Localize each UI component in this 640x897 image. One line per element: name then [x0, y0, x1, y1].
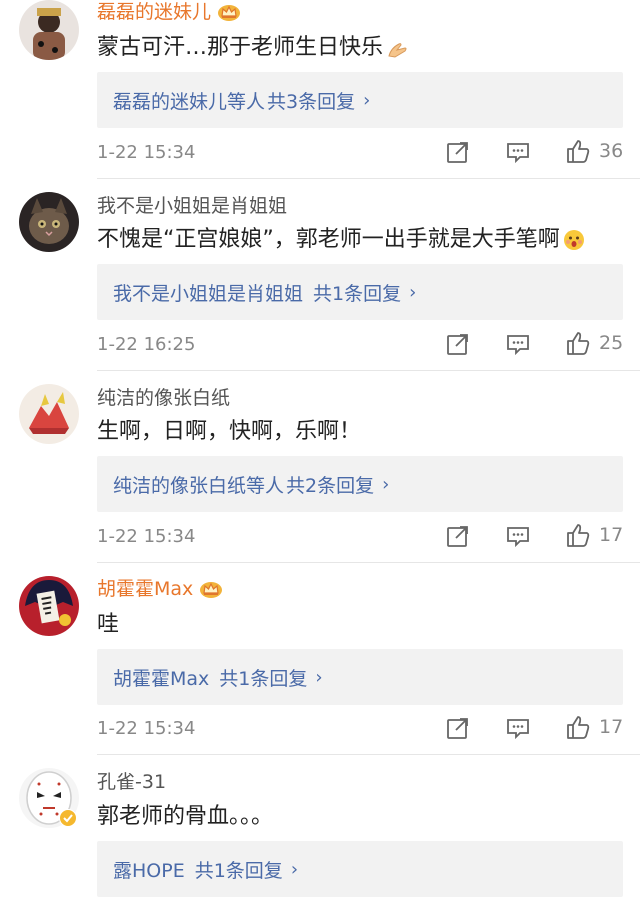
comment-text: 生啊，日啊，快啊，乐啊！: [97, 417, 361, 447]
reply-summary[interactable]: 纯洁的像张白纸 等人 共2条回复 ›: [97, 456, 623, 512]
like-count: 17: [599, 716, 624, 738]
divider: [97, 178, 640, 179]
avatar[interactable]: [19, 0, 79, 60]
reply-summary[interactable]: 我不是小姐姐是肖姐姐 共1条回复 ›: [97, 264, 623, 320]
like-count: 36: [599, 140, 624, 162]
divider: [97, 370, 640, 371]
timestamp: 1-22 15:34: [97, 525, 196, 547]
divider: [97, 562, 640, 563]
chevron-right-icon: ›: [382, 473, 390, 495]
comment-icon[interactable]: [505, 139, 531, 165]
chevron-right-icon: ›: [409, 281, 417, 303]
reply-count[interactable]: 共1条回复: [219, 664, 307, 691]
vip-crown-icon: [217, 2, 241, 22]
comment-text-body: 不愧是“正宫娘娘”，郭老师一出手就是大手笔啊: [97, 227, 560, 252]
comment-text-body: 哇: [97, 612, 120, 637]
divider: [97, 754, 640, 755]
share-icon[interactable]: [445, 715, 471, 741]
share-icon[interactable]: [445, 331, 471, 357]
username[interactable]: 纯洁的像张白纸: [97, 386, 230, 410]
reply-count[interactable]: 共2条回复: [286, 471, 374, 498]
praying-hands-icon: [385, 36, 409, 60]
comment-icon[interactable]: [505, 523, 531, 549]
comment-text-body: 蒙古可汗…那于老师生日快乐: [97, 35, 384, 60]
reply-count[interactable]: 共1条回复: [195, 856, 283, 883]
comment-text: 郭老师的骨血。。。: [97, 802, 273, 832]
timestamp: 1-22 15:34: [97, 717, 196, 739]
like-icon[interactable]: [565, 522, 591, 548]
comment-text: 不愧是“正宫娘娘”，郭老师一出手就是大手笔啊: [97, 225, 586, 255]
share-icon[interactable]: [445, 523, 471, 549]
username-text: 孔雀-31: [97, 771, 167, 793]
reply-author[interactable]: 我不是小姐姐是肖姐姐: [113, 279, 303, 306]
reply-author[interactable]: 纯洁的像张白纸: [113, 471, 246, 498]
username[interactable]: 磊磊的迷妹儿: [97, 0, 241, 24]
username-text: 磊磊的迷妹儿: [97, 1, 212, 23]
reply-etc: 等人: [227, 90, 266, 113]
comment-meta: 1-22 16:25 25: [97, 329, 623, 359]
vip-crown-icon: [199, 579, 223, 599]
avatar[interactable]: [19, 384, 79, 444]
chevron-right-icon: ›: [290, 858, 299, 880]
reply-summary[interactable]: 磊磊的迷妹儿 等人 共3条回复 ›: [97, 72, 623, 128]
reply-count[interactable]: 共3条回复: [267, 87, 355, 114]
avatar[interactable]: [19, 192, 79, 252]
reply-author[interactable]: 磊磊的迷妹儿: [113, 87, 227, 114]
like-count: 17: [599, 524, 624, 546]
username[interactable]: 胡霍霍Max: [97, 577, 223, 601]
avatar[interactable]: [19, 576, 79, 636]
username-text: 纯洁的像张白纸: [97, 387, 231, 409]
reply-summary[interactable]: 露HOPE 共1条回复 ›: [97, 841, 623, 897]
comment-text-body: 生啊，日啊，快啊，乐啊！: [97, 419, 362, 444]
chevron-right-icon: ›: [315, 666, 323, 688]
username-text: 胡霍霍Max: [97, 578, 194, 600]
timestamp: 1-22 16:25: [97, 333, 196, 355]
reply-author[interactable]: 露HOPE: [113, 856, 185, 883]
verified-badge-icon: [59, 809, 77, 827]
username[interactable]: 孔雀-31: [97, 770, 166, 794]
reply-count[interactable]: 共1条回复: [313, 279, 401, 306]
chevron-right-icon: ›: [363, 89, 371, 111]
reply-summary[interactable]: 胡霍霍Max 共1条回复 ›: [97, 649, 623, 705]
comment-meta: 1-22 15:34 36: [97, 137, 623, 167]
comment-meta: 1-22 15:34 17: [97, 713, 623, 743]
comment-icon[interactable]: [505, 715, 531, 741]
comment-text: 蒙古可汗…那于老师生日快乐: [97, 33, 409, 63]
username-text: 我不是小姐姐是肖姐姐: [97, 195, 288, 217]
comment-meta: 1-22 15:34 17: [97, 521, 623, 551]
like-icon[interactable]: [565, 714, 591, 740]
wow-face-icon: [562, 228, 586, 252]
username[interactable]: 我不是小姐姐是肖姐姐: [97, 194, 287, 218]
like-icon[interactable]: [565, 138, 591, 164]
like-count: 25: [599, 332, 624, 354]
timestamp: 1-22 15:34: [97, 141, 196, 163]
like-icon[interactable]: [565, 330, 591, 356]
comment-text: 哇: [97, 610, 119, 640]
comment-text-body: 郭老师的骨血。。。: [97, 804, 274, 829]
reply-author[interactable]: 胡霍霍Max: [113, 664, 209, 691]
comment-icon[interactable]: [505, 331, 531, 357]
reply-etc: 等人: [246, 474, 285, 497]
share-icon[interactable]: [445, 139, 471, 165]
